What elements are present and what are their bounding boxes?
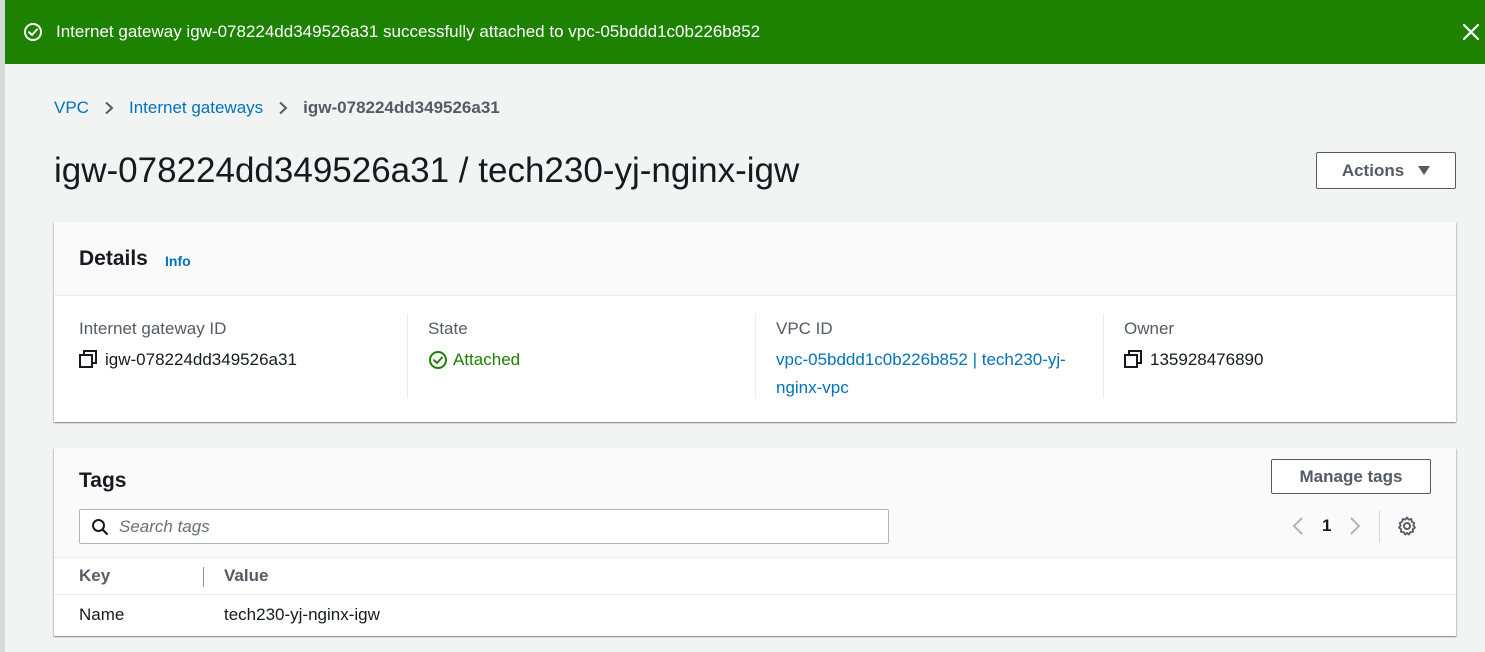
- success-flash-banner: Internet gateway igw-078224dd349526a31 s…: [5, 0, 1485, 64]
- field-label: Owner: [1124, 319, 1175, 338]
- field-label: VPC ID: [776, 319, 833, 338]
- close-icon[interactable]: [1459, 20, 1483, 44]
- search-tags-input[interactable]: [119, 516, 879, 537]
- vpc-id-link[interactable]: vpc-05bddd1c0b226b852 | tech230-yj-nginx…: [776, 346, 1076, 402]
- state-value: Attached: [453, 350, 521, 369]
- field-owner: Owner 135928476890: [1103, 314, 1431, 398]
- caret-down-icon: [1418, 166, 1431, 175]
- internet-gateway-id-value: igw-078224dd349526a31: [105, 350, 297, 369]
- field-label: Internet gateway ID: [79, 319, 227, 338]
- field-vpc-id: VPC ID vpc-05bddd1c0b226b852 | tech230-y…: [755, 314, 1083, 398]
- actions-button[interactable]: Actions: [1316, 152, 1456, 189]
- field-internet-gateway-id: Internet gateway ID igw-078224dd349526a3…: [79, 314, 407, 398]
- gear-icon[interactable]: [1396, 515, 1418, 537]
- table-header: Key Value: [54, 558, 1456, 595]
- owner-value: 135928476890: [1150, 350, 1264, 369]
- manage-tags-button[interactable]: Manage tags: [1271, 459, 1431, 494]
- actions-button-label: Actions: [1341, 160, 1405, 180]
- breadcrumb: VPC Internet gateways igw-078224dd349526…: [54, 97, 500, 119]
- field-value: vpc-05bddd1c0b226b852 | tech230-yj-nginx…: [776, 346, 1076, 402]
- page-title: igw-078224dd349526a31 / tech230-yj-nginx…: [54, 151, 800, 190]
- breadcrumb-internet-gateways[interactable]: Internet gateways: [129, 97, 263, 119]
- left-edge: [0, 0, 5, 652]
- field-value: Attached: [428, 346, 520, 374]
- breadcrumb-vpc[interactable]: VPC: [54, 97, 89, 119]
- search-icon: [92, 518, 109, 535]
- tags-panel: Tags Manage tags 1 Key V: [54, 448, 1456, 636]
- column-header-value[interactable]: Value: [224, 566, 268, 586]
- flash-message: Internet gateway igw-078224dd349526a31 s…: [56, 22, 761, 41]
- copy-icon[interactable]: [79, 350, 97, 368]
- tag-value-cell: tech230-yj-nginx-igw: [224, 605, 380, 624]
- chevron-right-icon: [279, 101, 288, 115]
- chevron-right-icon: [105, 101, 114, 115]
- pager-divider: [1379, 510, 1381, 542]
- search-box: [79, 509, 889, 544]
- page-number[interactable]: 1: [1322, 516, 1331, 536]
- chevron-left-icon[interactable]: [1288, 514, 1308, 538]
- tag-key-cell: Name: [79, 605, 125, 624]
- status-badge: Attached: [428, 346, 520, 374]
- tags-title: Tags: [79, 469, 127, 492]
- copy-icon[interactable]: [1124, 350, 1142, 368]
- tags-header: Tags Manage tags 1: [54, 448, 1456, 558]
- details-header: Details Info: [54, 222, 1456, 296]
- details-panel: Details Info Internet gateway ID igw-078…: [54, 222, 1456, 422]
- column-header-key[interactable]: Key: [79, 566, 110, 586]
- check-circle-icon: [24, 23, 42, 41]
- field-value: 135928476890: [1124, 346, 1263, 374]
- field-value: igw-078224dd349526a31: [79, 346, 297, 374]
- breadcrumb-current: igw-078224dd349526a31: [303, 98, 500, 117]
- check-circle-icon: [429, 351, 447, 369]
- field-label: State: [428, 319, 468, 338]
- pagination: 1: [1288, 510, 1418, 542]
- info-link[interactable]: Info: [165, 253, 191, 269]
- field-state: State Attached: [407, 314, 735, 398]
- table-row: Name tech230-yj-nginx-igw: [54, 595, 1456, 635]
- details-title: Details: [79, 247, 148, 270]
- chevron-right-icon[interactable]: [1345, 514, 1365, 538]
- column-divider[interactable]: [203, 567, 204, 587]
